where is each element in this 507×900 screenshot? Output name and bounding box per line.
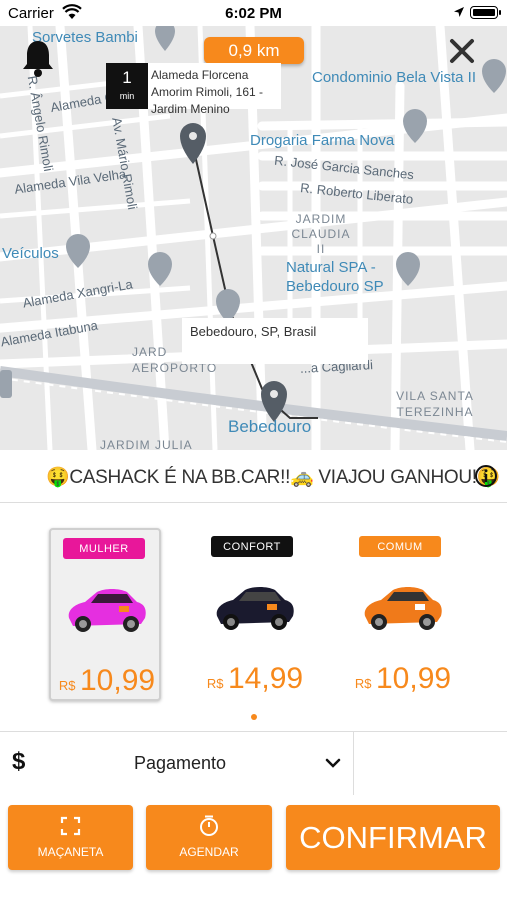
eta-box: 1 min [106, 63, 148, 109]
car-image [216, 587, 294, 630]
car-option-comum[interactable]: COMUM R$ 10,99 [347, 528, 459, 701]
origin-address: Alameda Florcena Amorim Rimoli, 161 - Ja… [148, 63, 281, 116]
price-value: 10,99 [376, 662, 452, 695]
car-image [68, 589, 146, 632]
eta-unit: min [119, 91, 135, 101]
dollar-icon: $ [12, 748, 26, 775]
price-value: 14,99 [228, 662, 304, 695]
clock: 6:02 PM [225, 5, 282, 22]
battery-tip [499, 10, 501, 15]
car-price: R$ 14,99 [199, 662, 311, 696]
car-option-mulher[interactable]: MULHER R$ 10,99 [49, 528, 161, 701]
close-icon[interactable] [447, 36, 477, 66]
location-arrow-icon [454, 7, 464, 17]
price-currency: R$ [354, 676, 372, 691]
destination-address: Bebedouro, SP, Brasil [182, 318, 368, 364]
bell-icon[interactable] [20, 38, 56, 78]
map-label-natural-spa: Natural SPA - Bebedouro SP [286, 259, 384, 295]
map-label-veiculos: Veículos [2, 245, 59, 262]
stopwatch-icon [200, 815, 218, 836]
payment-divider [353, 732, 354, 795]
page-indicator-dot [251, 714, 257, 720]
confirm-button[interactable]: CONFIRMAR [286, 805, 500, 870]
map-label-bebedouro: Bebedouro [228, 417, 312, 436]
payment-selector[interactable]: $ Pagamento [0, 731, 507, 796]
chevron-down-icon [325, 758, 341, 768]
car-options: MULHER R$ 10,99 CONFORT R$ 14,99 COMUM R… [0, 503, 507, 729]
payment-label: Pagamento [134, 753, 227, 773]
car-tag: COMUM [359, 536, 441, 557]
map-label-jardim-julia: JARDIM JULIA [100, 438, 193, 450]
eta-value: 1 [122, 68, 132, 87]
map-label-vila-santa: VILA SANTA TEREZINHA [396, 389, 474, 419]
macaneta-button[interactable]: MAÇANETA [8, 805, 133, 870]
status-bar: Carrier 6:02 PM [0, 0, 507, 26]
expand-icon [60, 816, 81, 836]
battery-icon [470, 6, 498, 19]
promo-banner: 🤑CASHACK É NA BB.CAR!!🚕 VIAJOU GANHOU!🤑 [0, 452, 507, 503]
agendar-button[interactable]: AGENDAR [146, 805, 272, 870]
car-price: R$ 10,99 [347, 662, 459, 696]
map-label-condominio: Condominio Bela Vista II [312, 69, 476, 86]
macaneta-label: MAÇANETA [37, 845, 104, 859]
price-currency: R$ [58, 678, 76, 693]
car-option-confort[interactable]: CONFORT R$ 14,99 [199, 528, 311, 701]
price-currency: R$ [206, 676, 224, 691]
info-icon[interactable] [474, 464, 498, 488]
distance-badge: 0,9 km [204, 37, 304, 64]
car-tag: MULHER [63, 538, 145, 559]
promo-text: 🤑CASHACK É NA BB.CAR!!🚕 VIAJOU GANHOU!🤑 [46, 467, 501, 488]
agendar-label: AGENDAR [179, 845, 239, 859]
price-value: 10,99 [80, 664, 156, 697]
map-label-jardim-claudia: JARDIM CLAUDIA II [291, 212, 351, 256]
car-image [364, 587, 442, 630]
car-tag: CONFORT [211, 536, 293, 557]
map-label-drogaria: Drogaria Farma Nova [250, 132, 395, 149]
car-price: R$ 10,99 [51, 664, 163, 698]
action-bar: MAÇANETA AGENDAR CONFIRMAR [0, 795, 507, 900]
